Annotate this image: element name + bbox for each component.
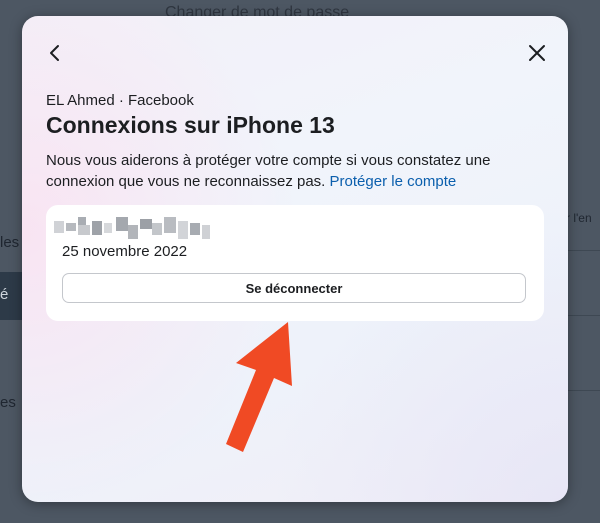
red-arrow-annotation: [226, 322, 292, 452]
arrow-shape: [226, 322, 292, 452]
